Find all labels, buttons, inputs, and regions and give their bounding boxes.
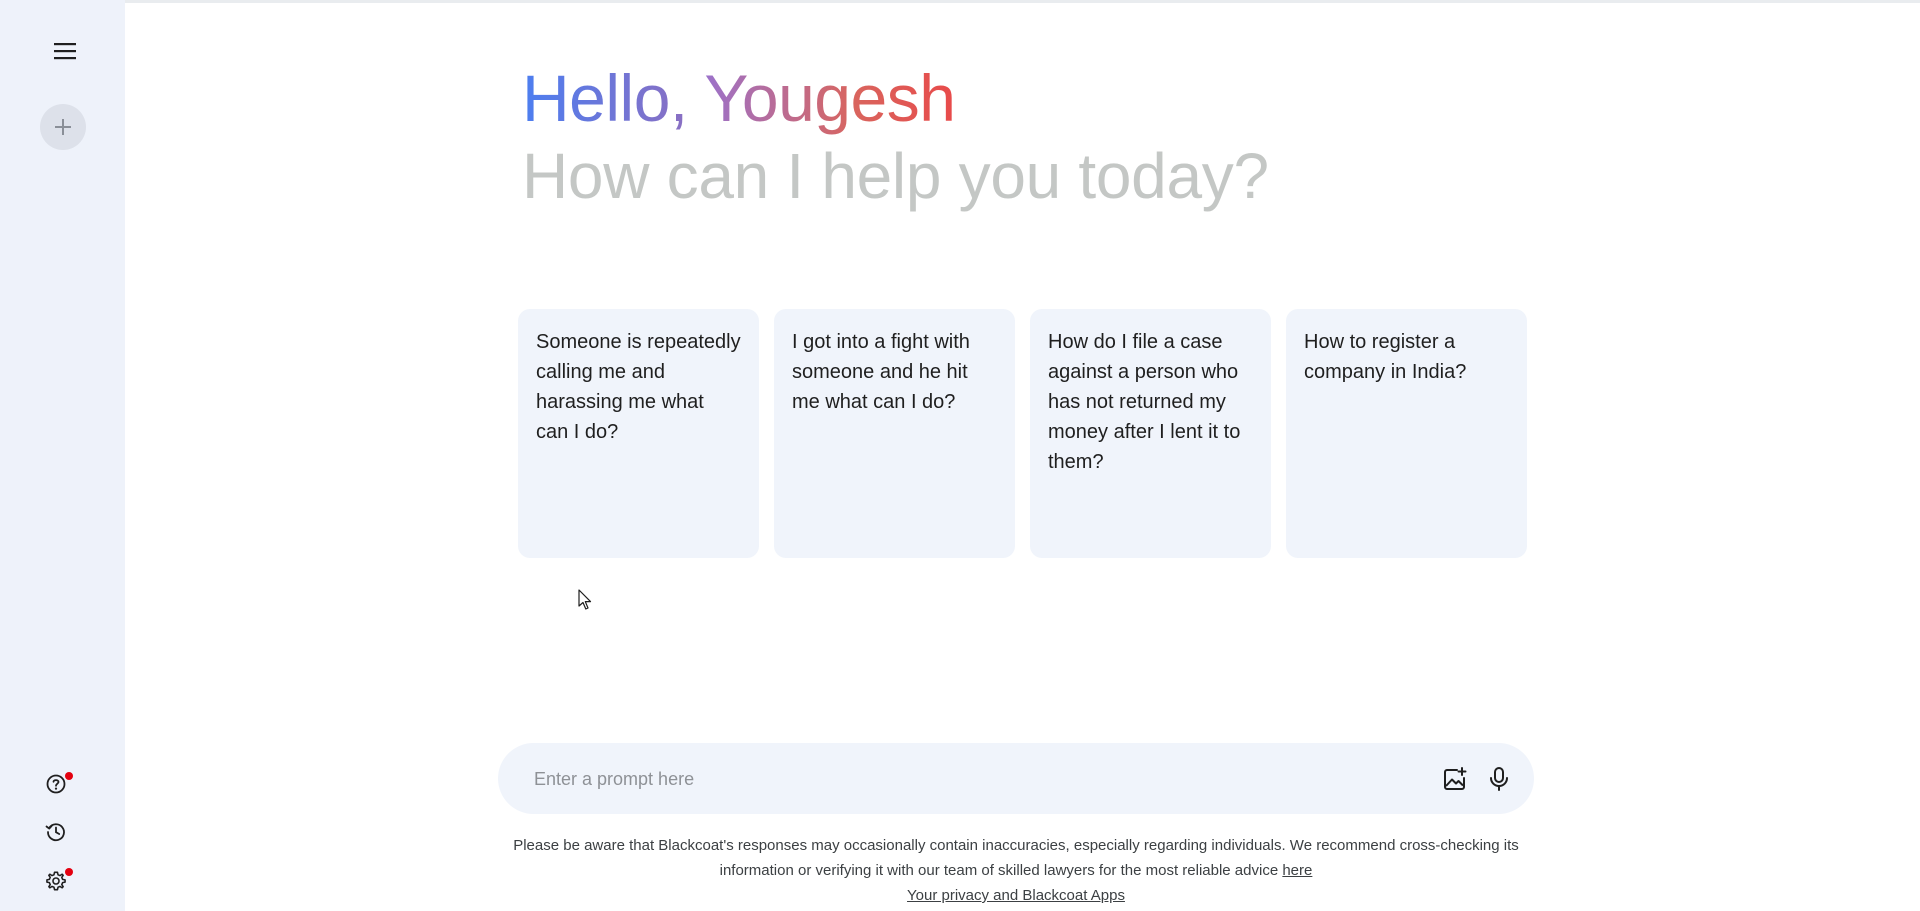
sidebar: [0, 0, 125, 911]
add-image-icon[interactable]: [1440, 764, 1470, 794]
lawyers-link[interactable]: here: [1282, 862, 1312, 879]
suggestion-card[interactable]: How to register a company in India?: [1286, 309, 1527, 558]
top-border: [0, 0, 1920, 3]
mouse-cursor-icon: [578, 589, 592, 616]
settings-notification-dot: [65, 868, 73, 876]
prompt-input[interactable]: [532, 743, 1396, 816]
greeting-subtitle: How can I help you today?: [522, 140, 1269, 212]
plus-icon: [55, 119, 71, 135]
privacy-link[interactable]: Your privacy and Blackcoat Apps: [907, 887, 1125, 904]
microphone-icon[interactable]: [1484, 764, 1514, 794]
suggestion-card[interactable]: I got into a fight with someone and he h…: [774, 309, 1015, 558]
disclaimer: Please be aware that Blackcoat's respons…: [498, 833, 1534, 908]
new-chat-button[interactable]: [40, 104, 86, 150]
prompt-bar: [498, 743, 1534, 816]
hamburger-menu-icon[interactable]: [45, 35, 85, 67]
suggestion-cards: Someone is repeatedly calling me and har…: [518, 309, 1527, 558]
suggestion-card[interactable]: How do I file a case against a person wh…: [1030, 309, 1271, 558]
suggestion-card[interactable]: Someone is repeatedly calling me and har…: [518, 309, 759, 558]
disclaimer-text: Please be aware that Blackcoat's respons…: [513, 837, 1519, 879]
greeting-heading: Hello, Yougesh: [522, 60, 956, 136]
greeting-hello: Hello,: [522, 61, 688, 135]
help-notification-dot: [65, 772, 73, 780]
history-clock-icon[interactable]: [42, 818, 70, 846]
greeting-user-name: Yougesh: [704, 61, 956, 135]
